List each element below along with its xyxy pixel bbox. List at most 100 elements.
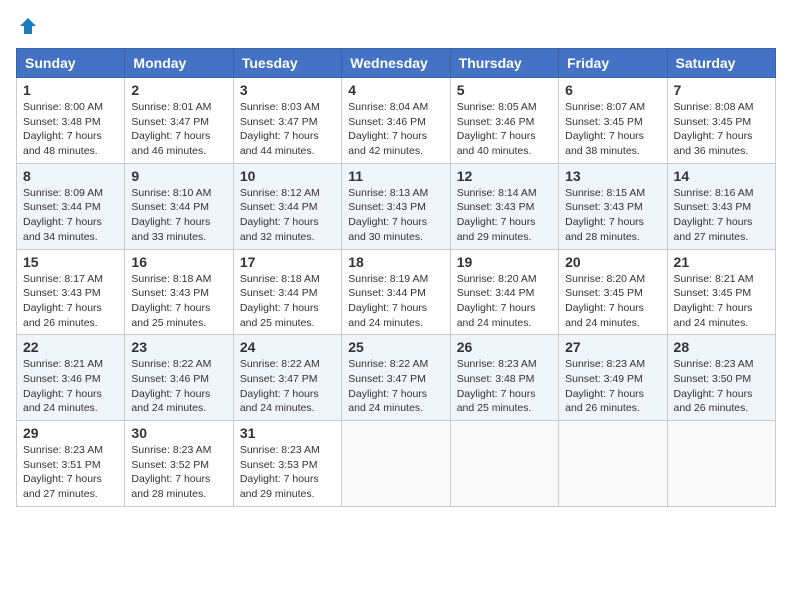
day-number: 22 xyxy=(23,339,118,355)
calendar-cell xyxy=(559,421,667,507)
cell-daylight: Daylight: 7 hours and 24 minutes. xyxy=(457,302,536,329)
cell-sunrise: Sunrise: 8:12 AM xyxy=(240,187,320,199)
cell-daylight: Daylight: 7 hours and 25 minutes. xyxy=(240,302,319,329)
cell-sunset: Sunset: 3:47 PM xyxy=(240,373,318,385)
cell-sunset: Sunset: 3:46 PM xyxy=(348,116,426,128)
calendar-cell: 30 Sunrise: 8:23 AM Sunset: 3:52 PM Dayl… xyxy=(125,421,233,507)
day-number: 12 xyxy=(457,168,552,184)
day-number: 2 xyxy=(131,82,226,98)
day-number: 11 xyxy=(348,168,443,184)
cell-sunrise: Sunrise: 8:21 AM xyxy=(23,358,103,370)
calendar-cell: 7 Sunrise: 8:08 AM Sunset: 3:45 PM Dayli… xyxy=(667,78,775,164)
cell-daylight: Daylight: 7 hours and 38 minutes. xyxy=(565,130,644,157)
cell-sunset: Sunset: 3:47 PM xyxy=(131,116,209,128)
cell-daylight: Daylight: 7 hours and 32 minutes. xyxy=(240,216,319,243)
cell-sunset: Sunset: 3:44 PM xyxy=(240,287,318,299)
cell-daylight: Daylight: 7 hours and 24 minutes. xyxy=(348,388,427,415)
cell-sunset: Sunset: 3:43 PM xyxy=(23,287,101,299)
cell-daylight: Daylight: 7 hours and 24 minutes. xyxy=(23,388,102,415)
day-number: 1 xyxy=(23,82,118,98)
calendar-cell: 21 Sunrise: 8:21 AM Sunset: 3:45 PM Dayl… xyxy=(667,249,775,335)
calendar-cell: 9 Sunrise: 8:10 AM Sunset: 3:44 PM Dayli… xyxy=(125,163,233,249)
logo xyxy=(16,16,38,36)
cell-sunset: Sunset: 3:43 PM xyxy=(565,201,643,213)
calendar-cell: 25 Sunrise: 8:22 AM Sunset: 3:47 PM Dayl… xyxy=(342,335,450,421)
day-number: 18 xyxy=(348,254,443,270)
calendar-header-sunday: Sunday xyxy=(17,49,125,78)
cell-sunrise: Sunrise: 8:23 AM xyxy=(131,444,211,456)
calendar-cell xyxy=(667,421,775,507)
cell-sunrise: Sunrise: 8:13 AM xyxy=(348,187,428,199)
cell-sunrise: Sunrise: 8:18 AM xyxy=(240,273,320,285)
cell-sunset: Sunset: 3:43 PM xyxy=(348,201,426,213)
calendar-cell: 5 Sunrise: 8:05 AM Sunset: 3:46 PM Dayli… xyxy=(450,78,558,164)
cell-sunrise: Sunrise: 8:22 AM xyxy=(240,358,320,370)
day-number: 3 xyxy=(240,82,335,98)
cell-sunset: Sunset: 3:48 PM xyxy=(23,116,101,128)
calendar-cell: 17 Sunrise: 8:18 AM Sunset: 3:44 PM Dayl… xyxy=(233,249,341,335)
calendar-cell: 8 Sunrise: 8:09 AM Sunset: 3:44 PM Dayli… xyxy=(17,163,125,249)
calendar-cell: 6 Sunrise: 8:07 AM Sunset: 3:45 PM Dayli… xyxy=(559,78,667,164)
calendar-header-thursday: Thursday xyxy=(450,49,558,78)
cell-daylight: Daylight: 7 hours and 28 minutes. xyxy=(565,216,644,243)
cell-sunset: Sunset: 3:46 PM xyxy=(131,373,209,385)
calendar-cell: 12 Sunrise: 8:14 AM Sunset: 3:43 PM Dayl… xyxy=(450,163,558,249)
cell-sunset: Sunset: 3:45 PM xyxy=(565,116,643,128)
calendar-header-row: SundayMondayTuesdayWednesdayThursdayFrid… xyxy=(17,49,776,78)
calendar: SundayMondayTuesdayWednesdayThursdayFrid… xyxy=(16,48,776,507)
day-number: 9 xyxy=(131,168,226,184)
calendar-cell: 31 Sunrise: 8:23 AM Sunset: 3:53 PM Dayl… xyxy=(233,421,341,507)
cell-sunrise: Sunrise: 8:19 AM xyxy=(348,273,428,285)
cell-daylight: Daylight: 7 hours and 26 minutes. xyxy=(565,388,644,415)
cell-sunrise: Sunrise: 8:16 AM xyxy=(674,187,754,199)
calendar-header-saturday: Saturday xyxy=(667,49,775,78)
calendar-cell: 13 Sunrise: 8:15 AM Sunset: 3:43 PM Dayl… xyxy=(559,163,667,249)
cell-daylight: Daylight: 7 hours and 27 minutes. xyxy=(674,216,753,243)
cell-sunset: Sunset: 3:48 PM xyxy=(457,373,535,385)
day-number: 7 xyxy=(674,82,769,98)
day-number: 31 xyxy=(240,425,335,441)
cell-sunset: Sunset: 3:52 PM xyxy=(131,459,209,471)
cell-daylight: Daylight: 7 hours and 24 minutes. xyxy=(240,388,319,415)
cell-sunrise: Sunrise: 8:08 AM xyxy=(674,101,754,113)
cell-sunrise: Sunrise: 8:21 AM xyxy=(674,273,754,285)
day-number: 8 xyxy=(23,168,118,184)
cell-daylight: Daylight: 7 hours and 24 minutes. xyxy=(565,302,644,329)
calendar-week-row: 22 Sunrise: 8:21 AM Sunset: 3:46 PM Dayl… xyxy=(17,335,776,421)
cell-sunset: Sunset: 3:44 PM xyxy=(348,287,426,299)
day-number: 10 xyxy=(240,168,335,184)
calendar-cell: 28 Sunrise: 8:23 AM Sunset: 3:50 PM Dayl… xyxy=(667,335,775,421)
day-number: 29 xyxy=(23,425,118,441)
cell-sunset: Sunset: 3:46 PM xyxy=(457,116,535,128)
cell-sunrise: Sunrise: 8:07 AM xyxy=(565,101,645,113)
calendar-cell: 15 Sunrise: 8:17 AM Sunset: 3:43 PM Dayl… xyxy=(17,249,125,335)
cell-sunset: Sunset: 3:50 PM xyxy=(674,373,752,385)
day-number: 23 xyxy=(131,339,226,355)
cell-sunrise: Sunrise: 8:23 AM xyxy=(240,444,320,456)
day-number: 28 xyxy=(674,339,769,355)
day-number: 4 xyxy=(348,82,443,98)
calendar-cell: 24 Sunrise: 8:22 AM Sunset: 3:47 PM Dayl… xyxy=(233,335,341,421)
header xyxy=(16,16,776,36)
cell-sunrise: Sunrise: 8:01 AM xyxy=(131,101,211,113)
cell-sunset: Sunset: 3:44 PM xyxy=(131,201,209,213)
cell-sunrise: Sunrise: 8:04 AM xyxy=(348,101,428,113)
calendar-header-tuesday: Tuesday xyxy=(233,49,341,78)
calendar-week-row: 1 Sunrise: 8:00 AM Sunset: 3:48 PM Dayli… xyxy=(17,78,776,164)
day-number: 27 xyxy=(565,339,660,355)
calendar-cell: 11 Sunrise: 8:13 AM Sunset: 3:43 PM Dayl… xyxy=(342,163,450,249)
logo-icon xyxy=(18,16,38,36)
cell-daylight: Daylight: 7 hours and 24 minutes. xyxy=(674,302,753,329)
calendar-cell: 10 Sunrise: 8:12 AM Sunset: 3:44 PM Dayl… xyxy=(233,163,341,249)
day-number: 16 xyxy=(131,254,226,270)
cell-daylight: Daylight: 7 hours and 33 minutes. xyxy=(131,216,210,243)
cell-sunset: Sunset: 3:45 PM xyxy=(674,116,752,128)
cell-daylight: Daylight: 7 hours and 30 minutes. xyxy=(348,216,427,243)
day-number: 24 xyxy=(240,339,335,355)
cell-sunset: Sunset: 3:43 PM xyxy=(457,201,535,213)
cell-sunset: Sunset: 3:49 PM xyxy=(565,373,643,385)
calendar-cell: 20 Sunrise: 8:20 AM Sunset: 3:45 PM Dayl… xyxy=(559,249,667,335)
cell-sunset: Sunset: 3:45 PM xyxy=(674,287,752,299)
cell-daylight: Daylight: 7 hours and 26 minutes. xyxy=(23,302,102,329)
calendar-header-wednesday: Wednesday xyxy=(342,49,450,78)
